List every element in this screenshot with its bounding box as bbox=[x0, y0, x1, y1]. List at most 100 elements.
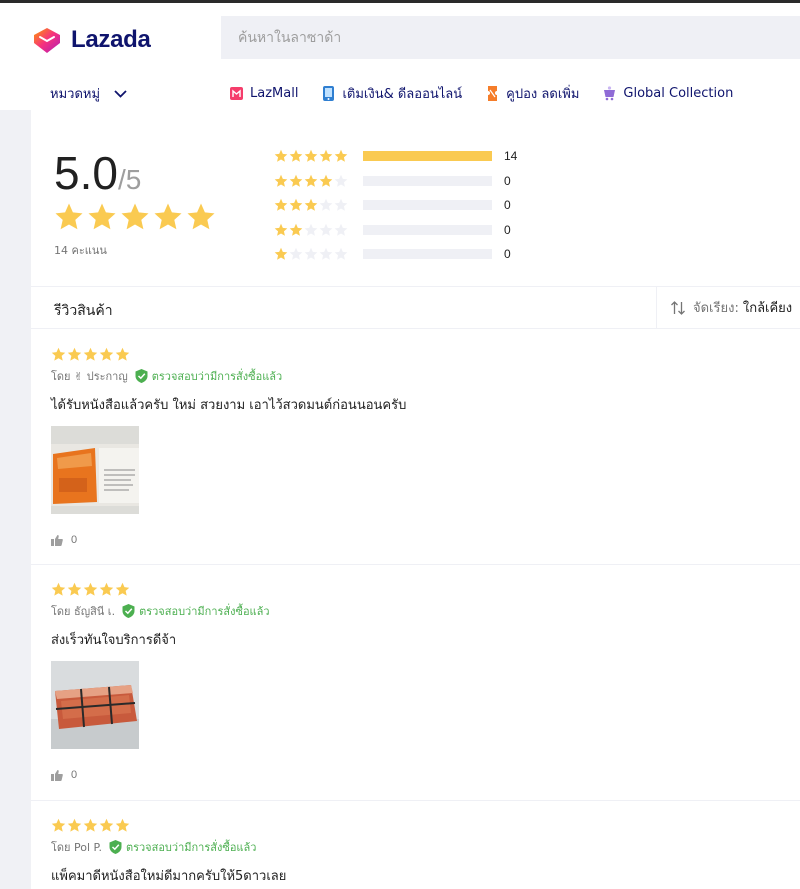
chevron-down-icon bbox=[114, 89, 127, 98]
review-text: ส่งเร็วทันใจบริการดีจ้า bbox=[51, 633, 177, 648]
nav-link-global-collection[interactable]: Global Collection bbox=[603, 86, 733, 101]
star-filled-icon bbox=[83, 347, 98, 361]
star-filled-icon bbox=[83, 818, 98, 832]
star-filled-icon bbox=[187, 203, 215, 230]
like-count: 0 bbox=[71, 769, 78, 781]
lazada-logo[interactable]: Lazada bbox=[31, 25, 151, 55]
nav-link-topup[interactable]: เติมเงิน& ดีลออนไลน์ bbox=[322, 83, 462, 104]
review-photo[interactable] bbox=[51, 661, 139, 749]
thumbs-up-icon bbox=[51, 769, 63, 781]
ratings-reviews-panel: 5.0/5 14 คะแนน 14 0 0 0 0 รีวิวสินค้า จัดเรี… bbox=[31, 110, 800, 889]
rating-bar-stars bbox=[274, 247, 363, 261]
verified-purchase: ตรวจสอบว่ามีการสั่งซื้อแล้ว bbox=[135, 367, 282, 385]
review-text: แพ็คมาดีหนังสือใหม่ดีมากครับให้5ดาวเลย bbox=[51, 869, 287, 884]
star-filled-icon bbox=[274, 198, 288, 211]
search-input[interactable] bbox=[221, 16, 800, 59]
star-filled-icon bbox=[121, 203, 149, 230]
logo-text: Lazada bbox=[71, 26, 151, 53]
star-filled-icon bbox=[115, 582, 130, 596]
rating-bar-stars bbox=[274, 198, 363, 212]
review-text: ได้รับหนังสือแล้วครับ ใหม่ สวยงาม เอาไว้… bbox=[51, 398, 407, 413]
star-filled-icon bbox=[289, 198, 303, 211]
divider bbox=[31, 564, 800, 565]
reviews-title: รีวิวสินค้า bbox=[54, 303, 113, 319]
review-item: โดย ธัญสินี เ. ตรวจสอบว่ามีการสั่งซื้อแล… bbox=[31, 582, 800, 799]
star-filled-icon bbox=[115, 818, 130, 832]
star-filled-icon bbox=[83, 582, 98, 596]
site-header: Lazada หมวดหมู่ LazMall เติมเงิน& ดีลออน… bbox=[0, 3, 800, 110]
review-meta: โดย ✌ ประกาญ ตรวจสอบว่ามีการสั่งซื้อแล้ว bbox=[51, 367, 282, 385]
star-filled-icon bbox=[154, 203, 182, 230]
nav-link-label: คูปอง ลดเพิ่ม bbox=[506, 87, 580, 102]
review-meta: โดย ธัญสินี เ. ตรวจสอบว่ามีการสั่งซื้อแล… bbox=[51, 602, 270, 620]
star-filled-icon bbox=[99, 818, 114, 832]
global-cart-icon bbox=[604, 86, 616, 101]
review-photo-parcel-image bbox=[51, 661, 139, 749]
star-filled-icon bbox=[334, 149, 348, 162]
category-label: หมวดหมู่ bbox=[50, 87, 101, 102]
verified-shield-icon bbox=[109, 840, 122, 854]
rating-bar-row-1: 0 bbox=[274, 242, 517, 267]
nav-link-label: เติมเงิน& ดีลออนไลน์ bbox=[342, 87, 463, 102]
divider bbox=[31, 328, 800, 329]
like-button[interactable]: 0 bbox=[51, 769, 77, 781]
review-stars bbox=[51, 347, 131, 362]
rating-bar-track bbox=[363, 200, 492, 211]
rating-bar-count: 0 bbox=[504, 198, 511, 213]
star-empty-icon bbox=[334, 223, 348, 236]
rating-bar-stars bbox=[274, 149, 363, 163]
star-filled-icon bbox=[304, 174, 318, 187]
review-meta: โดย Pol P. ตรวจสอบว่ามีการสั่งซื้อแล้ว bbox=[51, 838, 256, 856]
star-filled-icon bbox=[51, 818, 66, 832]
category-dropdown[interactable]: หมวดหมู่ bbox=[50, 83, 127, 104]
rating-bar-track bbox=[363, 224, 492, 235]
topup-phone-icon bbox=[323, 86, 335, 101]
star-empty-icon bbox=[304, 247, 318, 260]
verified-label: ตรวจสอบว่ามีการสั่งซื้อแล้ว bbox=[139, 605, 270, 618]
star-filled-icon bbox=[99, 582, 114, 596]
star-filled-icon bbox=[51, 582, 66, 596]
star-empty-icon bbox=[334, 198, 348, 211]
star-empty-icon bbox=[289, 247, 303, 260]
like-button[interactable]: 0 bbox=[51, 534, 77, 546]
review-stars bbox=[51, 582, 131, 597]
review-photo[interactable] bbox=[51, 426, 139, 514]
star-filled-icon bbox=[289, 149, 303, 162]
review-author: โดย Pol P. bbox=[51, 841, 102, 854]
sort-dropdown[interactable]: จัดเรียง: ใกล้เคียง bbox=[656, 287, 800, 328]
star-filled-icon bbox=[51, 347, 66, 361]
nav-link-lazmall[interactable]: LazMall bbox=[230, 86, 298, 101]
rating-bar-row-2: 0 bbox=[274, 218, 517, 243]
nav-link-coupon[interactable]: คูปอง ลดเพิ่ม bbox=[486, 83, 579, 104]
verified-shield-icon bbox=[122, 604, 135, 618]
verified-purchase: ตรวจสอบว่ามีการสั่งซื้อแล้ว bbox=[122, 602, 270, 620]
review-item: โดย ✌ ประกาญ ตรวจสอบว่ามีการสั่งซื้อแล้ว… bbox=[31, 347, 800, 564]
rating-bar-stars bbox=[274, 223, 363, 237]
rating-bar-count: 0 bbox=[504, 173, 511, 188]
star-filled-icon bbox=[67, 582, 82, 596]
star-filled-icon bbox=[274, 223, 288, 236]
star-filled-icon bbox=[304, 149, 318, 162]
star-empty-icon bbox=[319, 247, 333, 260]
average-rating-value: 5.0 bbox=[54, 147, 118, 199]
star-filled-icon bbox=[289, 174, 303, 187]
header-nav: LazMall เติมเงิน& ดีลออนไลน์ คูปอง ลดเพิ… bbox=[230, 83, 757, 104]
star-empty-icon bbox=[319, 198, 333, 211]
star-filled-icon bbox=[319, 174, 333, 187]
nav-link-label: Global Collection bbox=[623, 86, 734, 101]
rating-bar-row-4: 0 bbox=[274, 169, 517, 194]
search-box[interactable] bbox=[221, 16, 800, 59]
sort-arrows-icon bbox=[671, 300, 685, 315]
star-filled-icon bbox=[274, 247, 288, 260]
review-author: โดย ✌ ประกาญ bbox=[51, 370, 128, 383]
sort-label: จัดเรียง: bbox=[693, 301, 739, 316]
thumbs-up-icon bbox=[51, 534, 63, 546]
star-filled-icon bbox=[274, 149, 288, 162]
rating-bar-count: 0 bbox=[504, 247, 511, 262]
rating-bar-row-3: 0 bbox=[274, 193, 517, 218]
rating-count: 14 คะแนน bbox=[54, 244, 107, 257]
average-stars bbox=[54, 202, 219, 232]
rating-bar-stars bbox=[274, 174, 363, 188]
star-empty-icon bbox=[334, 174, 348, 187]
review-author: โดย ธัญสินี เ. bbox=[51, 605, 116, 618]
